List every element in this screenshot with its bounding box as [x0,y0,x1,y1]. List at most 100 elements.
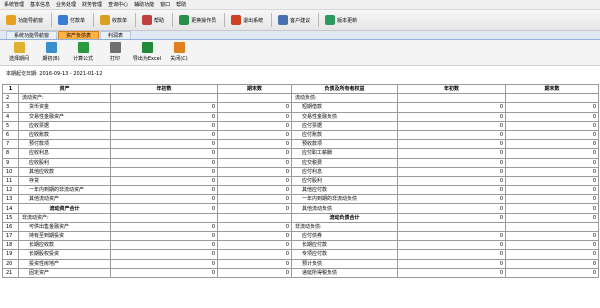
liability-opening-value[interactable]: 0 [397,249,506,260]
menu-item[interactable]: 辅助功能 [134,0,154,10]
column-header-assets-closing[interactable]: 期末数 [217,83,292,95]
tab[interactable]: 系统功能导航窗 [6,31,58,39]
asset-opening-value[interactable] [110,212,218,223]
toolbar-button-suggestion[interactable]: 客户建议 [275,12,313,28]
asset-closing-value[interactable]: 0 [217,166,292,177]
liability-closing-value[interactable] [505,221,599,233]
asset-opening-value[interactable]: 0 [110,194,218,205]
liability-closing-value[interactable]: 0 [505,120,599,131]
liability-opening-value[interactable]: 0 [397,258,506,269]
asset-opening-value[interactable]: 0 [110,185,218,196]
liability-opening-value[interactable]: 0 [397,212,506,223]
liability-opening-value[interactable]: 0 [397,240,506,251]
asset-opening-value[interactable]: 0 [110,258,218,269]
menu-item[interactable]: 财务管理 [82,0,102,10]
report-button-refresh[interactable]: 期初(B) [36,42,66,62]
column-header-liabilities[interactable]: 负债及所有者权益 [291,83,398,95]
toolbar-button-exit[interactable]: 退出系统 [228,12,266,28]
tab[interactable]: 资产负债表 [58,31,100,39]
liability-closing-value[interactable]: 0 [505,194,599,205]
liability-closing-value[interactable]: 0 [505,203,599,214]
liability-opening-value[interactable]: 0 [397,185,506,196]
liability-closing-value[interactable]: 0 [505,139,599,150]
liability-closing-value[interactable]: 0 [505,240,599,251]
asset-closing-value[interactable]: 0 [217,267,292,278]
asset-opening-value[interactable]: 0 [110,267,218,278]
asset-opening-value[interactable]: 0 [110,230,218,242]
asset-opening-value[interactable]: 0 [110,166,218,177]
report-button-close[interactable]: 关闭(C) [164,42,194,62]
asset-opening-value[interactable]: 0 [110,203,218,214]
liability-opening-value[interactable]: 0 [397,230,506,242]
liability-closing-value[interactable]: 0 [505,166,599,177]
liability-closing-value[interactable]: 0 [505,267,599,278]
asset-opening-value[interactable]: 0 [110,240,218,251]
tab[interactable]: 利润表 [100,31,132,39]
liability-opening-value[interactable]: 0 [397,194,506,205]
liability-opening-value[interactable]: 0 [397,102,506,113]
liability-closing-value[interactable]: 0 [505,129,599,141]
liability-opening-value[interactable] [397,93,506,104]
report-button-excel[interactable]: 导出为Excel [132,42,162,62]
liability-opening-value[interactable]: 0 [397,203,506,214]
asset-closing-value[interactable]: 0 [217,249,292,260]
asset-opening-value[interactable]: 0 [110,111,218,122]
asset-closing-value[interactable]: 0 [217,111,292,122]
asset-opening-value[interactable] [110,93,218,104]
column-header-assets[interactable]: 资产 [18,83,111,95]
liability-closing-value[interactable]: 0 [505,249,599,260]
report-button-formula[interactable]: 计算公式 [68,42,98,62]
menu-item[interactable]: 查询中心 [108,0,128,10]
toolbar-button-home[interactable]: 功能导航窗 [3,12,46,28]
liability-opening-value[interactable] [397,221,506,233]
menu-item[interactable]: 基本信息 [30,0,50,10]
asset-closing-value[interactable]: 0 [217,194,292,205]
liability-closing-value[interactable]: 0 [505,175,599,187]
liability-closing-value[interactable]: 0 [505,230,599,242]
liability-closing-value[interactable]: 0 [505,258,599,269]
asset-closing-value[interactable] [217,212,292,223]
asset-closing-value[interactable]: 0 [217,157,292,168]
report-button-calendar[interactable]: 选择期间 [4,42,34,62]
liability-closing-value[interactable]: 0 [505,185,599,196]
asset-closing-value[interactable]: 0 [217,129,292,141]
toolbar-button-update[interactable]: 版本更新 [322,12,360,28]
liability-opening-value[interactable]: 0 [397,148,506,159]
asset-opening-value[interactable]: 0 [110,120,218,131]
toolbar-button-help[interactable]: 帮助 [139,12,167,28]
asset-opening-value[interactable]: 0 [110,175,218,187]
asset-opening-value[interactable]: 0 [110,249,218,260]
asset-opening-value[interactable]: 0 [110,157,218,168]
liability-closing-value[interactable]: 0 [505,148,599,159]
menu-item[interactable]: 业务处理 [56,0,76,10]
toolbar-button-receipt[interactable]: 收款单 [97,12,130,28]
asset-closing-value[interactable]: 0 [217,240,292,251]
report-button-print[interactable]: 打印 [100,42,130,62]
liability-closing-value[interactable]: 0 [505,157,599,168]
toolbar-button-switch-user[interactable]: 更换操作员 [176,12,219,28]
toolbar-button-payment[interactable]: 付款单 [55,12,88,28]
liability-opening-value[interactable]: 0 [397,267,506,278]
menu-item[interactable]: 窗口 [160,0,170,10]
asset-closing-value[interactable]: 0 [217,148,292,159]
menu-item[interactable]: 系统管理 [4,0,24,10]
liability-opening-value[interactable]: 0 [397,129,506,141]
liability-opening-value[interactable]: 0 [397,175,506,187]
asset-closing-value[interactable]: 0 [217,139,292,150]
liability-closing-value[interactable]: 0 [505,212,599,223]
asset-closing-value[interactable]: 0 [217,230,292,242]
liability-opening-value[interactable]: 0 [397,111,506,122]
asset-opening-value[interactable]: 0 [110,102,218,113]
asset-closing-value[interactable] [217,93,292,104]
asset-opening-value[interactable]: 0 [110,129,218,141]
asset-closing-value[interactable]: 0 [217,221,292,233]
liability-closing-value[interactable]: 0 [505,102,599,113]
asset-closing-value[interactable]: 0 [217,185,292,196]
liability-opening-value[interactable]: 0 [397,139,506,150]
liability-opening-value[interactable]: 0 [397,157,506,168]
asset-opening-value[interactable]: 0 [110,139,218,150]
asset-closing-value[interactable]: 0 [217,175,292,187]
column-header-assets-opening[interactable]: 年初数 [110,83,218,95]
menu-item[interactable]: 帮助 [176,0,186,10]
asset-closing-value[interactable]: 0 [217,258,292,269]
